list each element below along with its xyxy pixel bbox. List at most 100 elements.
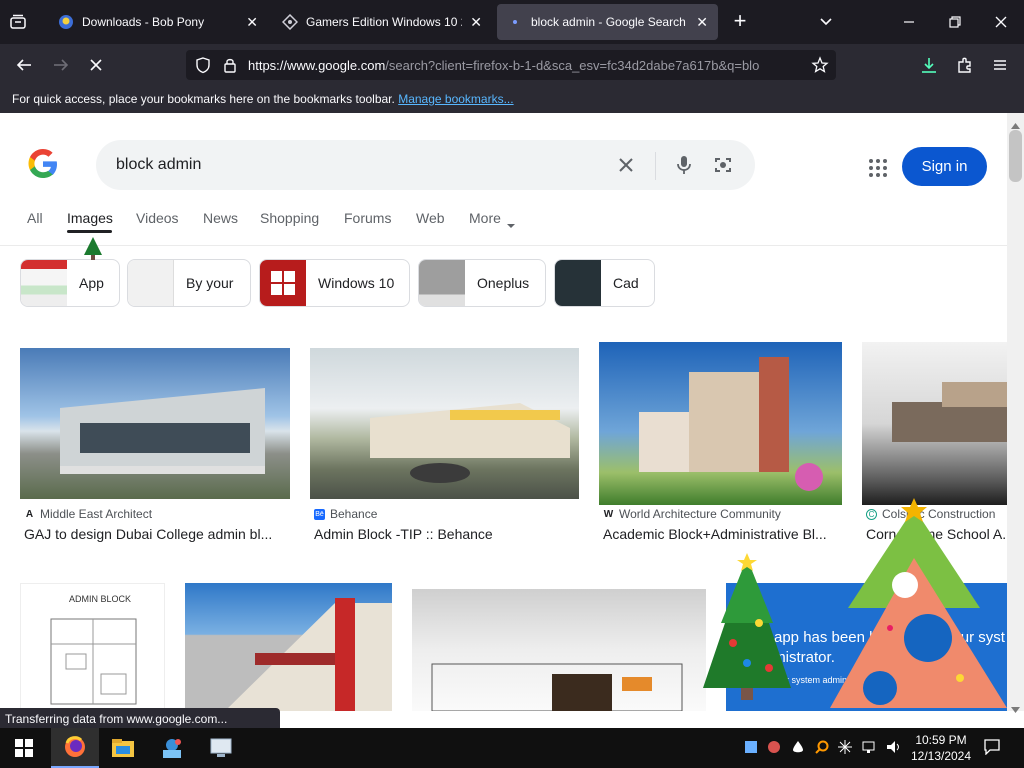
- action-center-notification-icon[interactable]: [984, 739, 1000, 758]
- result-image: [185, 583, 392, 711]
- remote-desktop-icon[interactable]: [197, 728, 245, 768]
- image-result[interactable]: [185, 583, 392, 711]
- image-result[interactable]: A Middle East Architect GAJ to design Dub…: [20, 348, 290, 548]
- result-source[interactable]: A Middle East Architect: [24, 507, 152, 521]
- scrollbar-thumb[interactable]: [1009, 130, 1022, 182]
- scroll-up-arrow-icon[interactable]: [1011, 116, 1020, 129]
- tab-all[interactable]: All: [27, 210, 43, 226]
- minimize-window-icon[interactable]: [901, 14, 917, 30]
- restore-window-icon[interactable]: [947, 14, 963, 30]
- scroll-down-arrow-icon[interactable]: [1011, 700, 1020, 713]
- filter-chip-oneplus[interactable]: Oneplus: [418, 259, 546, 307]
- lock-icon[interactable]: [222, 56, 238, 74]
- google-apps-grid-icon[interactable]: [868, 158, 888, 178]
- result-title[interactable]: Admin Block -TIP :: Behance: [314, 526, 576, 542]
- filter-chip-cad[interactable]: Cad: [554, 259, 655, 307]
- source-name: Behance: [330, 507, 378, 521]
- search-box[interactable]: block admin: [96, 140, 755, 190]
- close-tab-icon[interactable]: ✕: [696, 14, 708, 31]
- chip-label: Windows 10: [318, 275, 395, 291]
- chip-thumbnail: [128, 260, 174, 306]
- tray-water-drop-icon[interactable]: [792, 740, 804, 757]
- image-result[interactable]: Bē Behance Admin Block -TIP :: Behance: [310, 348, 579, 548]
- result-image: [20, 348, 290, 499]
- url-text[interactable]: https://www.google.com/search?client=fir…: [248, 58, 796, 73]
- tray-volume-icon[interactable]: [886, 740, 902, 757]
- search-query-input[interactable]: block admin: [116, 156, 201, 174]
- file-explorer-icon[interactable]: [99, 728, 147, 768]
- tab-block-admin-google-search[interactable]: block admin - Google Search ✕: [497, 4, 718, 40]
- tab-title: block admin - Google Search: [531, 15, 686, 29]
- clear-search-icon[interactable]: [617, 156, 635, 174]
- chip-label: Cad: [613, 275, 639, 291]
- voice-search-microphone-icon[interactable]: [674, 154, 694, 176]
- taskbar-clock[interactable]: 10:59 PM 12/13/2024: [905, 732, 977, 764]
- building-illustration: [370, 403, 570, 483]
- close-window-icon[interactable]: [993, 14, 1009, 30]
- image-result[interactable]: [412, 589, 706, 711]
- tab-overview-icon[interactable]: [8, 12, 30, 32]
- download-site-favicon-icon: [282, 14, 298, 30]
- chip-label: Oneplus: [477, 275, 530, 291]
- sketch-illustration: [431, 663, 683, 711]
- tray-security-icon[interactable]: [767, 740, 781, 757]
- bookmarks-toolbar: For quick access, place your bookmarks h…: [0, 86, 1024, 113]
- app-menu-icon[interactable]: [990, 55, 1010, 75]
- tray-snowflake-icon[interactable]: [838, 740, 852, 757]
- tab-shopping[interactable]: Shopping: [260, 210, 319, 226]
- small-christmas-tree-decoration: [84, 237, 102, 261]
- firefox-taskbar-icon[interactable]: [51, 728, 99, 768]
- forward-arrow-icon[interactable]: [51, 55, 71, 75]
- url-bar[interactable]: https://www.google.com/search?client=fir…: [186, 50, 836, 80]
- tray-network-icon[interactable]: [862, 740, 878, 757]
- vertical-scrollbar[interactable]: [1007, 113, 1024, 713]
- tab-images[interactable]: Images: [67, 210, 113, 226]
- windows-logo-icon: [271, 271, 295, 295]
- close-tab-icon[interactable]: ✕: [246, 14, 258, 31]
- image-result[interactable]: W World Architecture Community Academic B…: [599, 342, 842, 548]
- tab-more[interactable]: More: [469, 210, 501, 226]
- tray-search-icon[interactable]: [815, 740, 829, 757]
- search-by-image-lens-icon[interactable]: [713, 155, 733, 175]
- bookmark-star-icon[interactable]: [811, 56, 829, 74]
- google-logo-icon[interactable]: [27, 148, 59, 180]
- sign-in-button[interactable]: Sign in: [902, 147, 987, 186]
- manage-bookmarks-link[interactable]: Manage bookmarks...: [398, 92, 513, 106]
- new-tab-button[interactable]: +: [730, 9, 750, 33]
- filter-chip-app[interactable]: App: [20, 259, 120, 307]
- start-windows-icon[interactable]: [0, 728, 48, 768]
- bob-pony-favicon-icon: [59, 15, 73, 29]
- url-host: https://www.google.com: [248, 58, 386, 73]
- source-name: World Architecture Community: [619, 507, 781, 521]
- google-search-page: block admin Sign in All Images Videos Ne…: [0, 113, 1007, 711]
- close-tab-icon[interactable]: ✕: [470, 14, 482, 31]
- result-title[interactable]: Academic Block+Administrative Bl...: [603, 526, 839, 542]
- tab-videos[interactable]: Videos: [136, 210, 179, 226]
- tab-forums[interactable]: Forums: [344, 210, 391, 226]
- tab-downloads-bob-pony[interactable]: Downloads - Bob Pony ✕: [48, 4, 268, 40]
- tab-news[interactable]: News: [203, 210, 238, 226]
- downloads-icon[interactable]: [919, 55, 939, 75]
- filter-chip-by-your[interactable]: By your: [127, 259, 251, 307]
- back-arrow-icon[interactable]: [14, 55, 34, 75]
- filter-chip-windows-10[interactable]: Windows 10: [259, 259, 410, 307]
- image-result[interactable]: ADMIN BLOCK: [20, 583, 165, 711]
- chip-thumbnail: [260, 260, 306, 306]
- tab-gamers-edition[interactable]: Gamers Edition Windows 10 21H ✕: [272, 4, 492, 40]
- chip-thumbnail: [555, 260, 601, 306]
- loading-spinner-icon: [513, 20, 517, 24]
- extensions-icon[interactable]: [955, 55, 975, 75]
- result-title[interactable]: GAJ to design Dubai College admin bl...: [24, 526, 286, 542]
- tab-web[interactable]: Web: [416, 210, 445, 226]
- bookmarks-hint-text: For quick access, place your bookmarks h…: [12, 92, 395, 106]
- app-taskbar-icon[interactable]: [148, 728, 196, 768]
- result-source[interactable]: W World Architecture Community: [603, 507, 781, 521]
- stop-loading-icon[interactable]: [86, 55, 106, 75]
- result-source[interactable]: Bē Behance: [314, 507, 377, 521]
- tray-app-icon[interactable]: [745, 740, 757, 757]
- building-illustration: [892, 382, 1007, 442]
- tracking-protection-shield-icon[interactable]: [194, 56, 212, 74]
- large-christmas-tree-decoration: [830, 498, 1007, 711]
- list-all-tabs-icon[interactable]: [818, 14, 834, 30]
- christmas-tree-decoration: [703, 553, 791, 703]
